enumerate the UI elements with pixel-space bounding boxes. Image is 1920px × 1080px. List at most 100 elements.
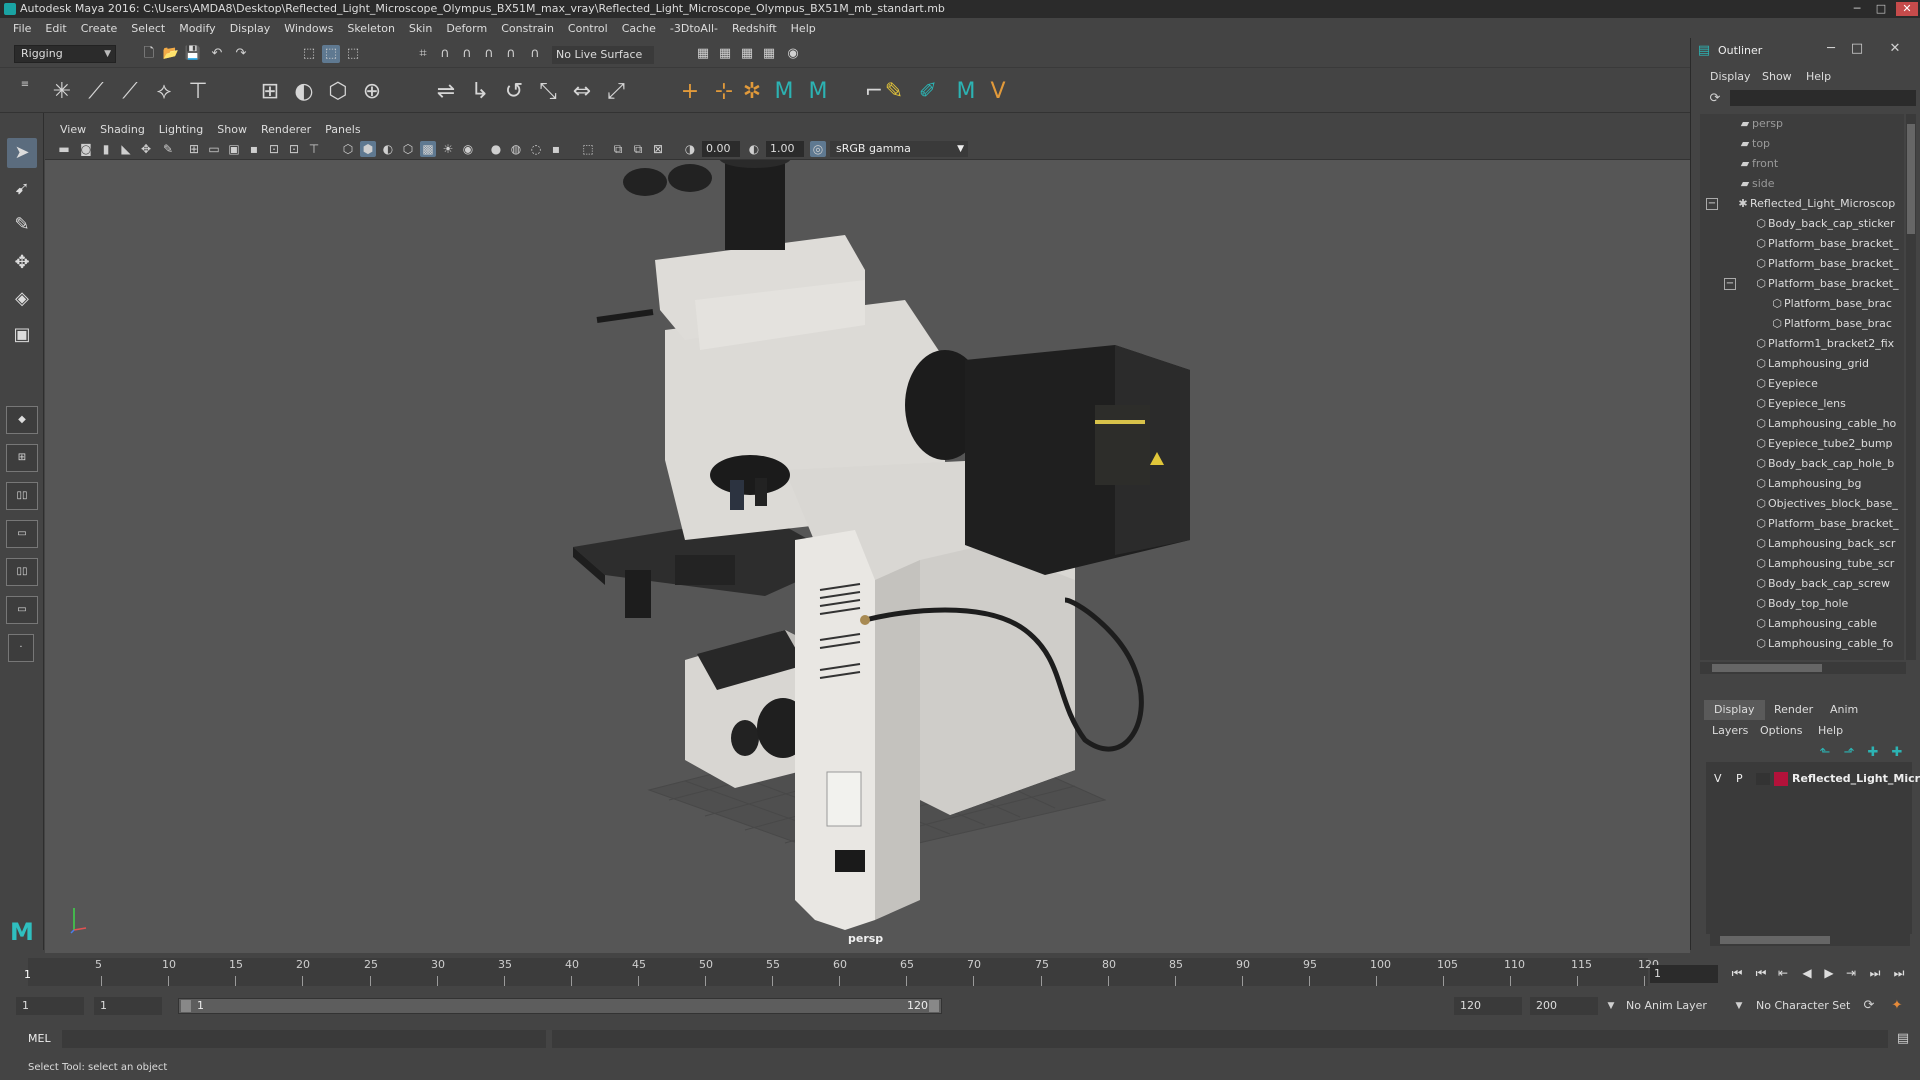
smooth-bind-icon[interactable]: ◐ [290, 78, 318, 106]
tab-render[interactable]: Render [1764, 700, 1823, 720]
vp-menu-lighting[interactable]: Lighting [152, 123, 210, 136]
menu-deform[interactable]: Deform [439, 22, 494, 35]
outliner-vscrollbar[interactable] [1906, 114, 1916, 660]
go-to-end-icon[interactable]: ⏭ [1890, 964, 1908, 982]
auto-key-icon[interactable]: ⟳ [1860, 997, 1878, 1015]
joint-tool-icon[interactable]: ✳ [48, 78, 76, 106]
outliner-minimize-button[interactable]: ─ [1822, 40, 1840, 58]
paint-weights-icon[interactable]: ✎ [880, 78, 908, 106]
locator-icon[interactable]: + [676, 78, 704, 106]
current-frame-field[interactable]: 1 [1650, 965, 1718, 983]
snap-curve-icon[interactable]: ∩ [436, 45, 454, 63]
motion-blur-icon[interactable]: ◍ [508, 141, 524, 157]
step-back-key-icon[interactable]: ⇤ [1774, 964, 1792, 982]
render-view-icon[interactable]: ▦ [694, 45, 712, 63]
live-surface-field[interactable]: No Live Surface [552, 46, 654, 64]
scroll-thumb[interactable] [1907, 124, 1915, 234]
menu-control[interactable]: Control [561, 22, 615, 35]
mirror-joint-icon[interactable]: ⊤ [184, 78, 212, 106]
depth-of-field-icon[interactable]: ▪ [548, 141, 564, 157]
locator-constraint-icon[interactable]: ⊹ [710, 78, 738, 106]
vp-menu-panels[interactable]: Panels [318, 123, 367, 136]
outliner-camera-item[interactable]: ▰ top [1738, 134, 1770, 154]
outliner-camera-item[interactable]: ▰ persp [1738, 114, 1783, 134]
animation-start-field[interactable]: 1 [16, 997, 84, 1015]
script-editor-icon[interactable]: ▤ [1894, 1030, 1912, 1048]
safe-title-icon[interactable]: ⊤ [306, 141, 322, 157]
menu-cache[interactable]: Cache [615, 22, 663, 35]
outliner-mesh-item[interactable]: ⬡ Body_back_cap_screw [1754, 574, 1890, 594]
command-input[interactable] [62, 1030, 546, 1048]
four-view-layout-icon[interactable]: ⊞ [6, 444, 38, 472]
field-chart-icon[interactable]: ⊡ [266, 141, 282, 157]
orient-joint-icon[interactable]: ⊞ [256, 78, 284, 106]
2d-pan-zoom-icon[interactable]: ✥ [138, 141, 154, 157]
outliner-layout-icon[interactable]: ▭ [6, 596, 38, 624]
hypershade-icon[interactable]: ◉ [784, 45, 802, 63]
menu-windows[interactable]: Windows [277, 22, 340, 35]
menu-redshift[interactable]: Redshift [725, 22, 784, 35]
xray-icon[interactable]: ⧉ [610, 141, 626, 157]
layer-color-swatch[interactable] [1774, 772, 1788, 786]
outliner-mesh-item[interactable]: ⬡ Platform_base_bracket_ [1754, 514, 1898, 534]
outliner-mesh-item[interactable]: ⬡ Platform_base_brac [1770, 294, 1892, 314]
outliner-menu-display[interactable]: Display [1710, 70, 1751, 83]
snap-grid-icon[interactable]: ⌗ [414, 45, 432, 63]
scale-tool-icon[interactable]: ▣ [7, 320, 37, 350]
menu-skeleton[interactable]: Skeleton [340, 22, 402, 35]
layer-hscrollbar[interactable] [1710, 934, 1910, 946]
outliner-menu-help[interactable]: Help [1806, 70, 1831, 83]
chevron-down-icon[interactable]: ▼ [1730, 997, 1748, 1015]
outliner-mesh-item[interactable]: ⬡ Lamphousing_bg [1754, 474, 1861, 494]
move-tool-icon[interactable]: ✥ [7, 248, 37, 278]
play-forwards-icon[interactable]: ▶ [1820, 964, 1838, 982]
outliner-restore-button[interactable]: □ [1848, 40, 1866, 58]
chevron-down-icon[interactable]: ▼ [1602, 997, 1620, 1015]
redo-icon[interactable]: ↷ [232, 45, 250, 63]
layout-options-icon[interactable]: · [8, 634, 34, 662]
shadows-icon[interactable]: ◉ [460, 141, 476, 157]
aim-constraint-icon[interactable]: ↳ [466, 78, 494, 106]
textured-icon[interactable]: ▩ [420, 141, 436, 157]
v-tool-icon[interactable]: V [984, 78, 1012, 106]
playback-start-field[interactable]: 1 [94, 997, 162, 1015]
camera-attributes-icon[interactable]: ◙ [78, 141, 94, 157]
outliner-mesh-item[interactable]: ⬡ Body_back_cap_sticker [1754, 214, 1894, 234]
layers-menu-help[interactable]: Help [1818, 724, 1843, 737]
outliner-mesh-item[interactable]: ⬡ Eyepiece [1754, 374, 1818, 394]
safe-action-icon[interactable]: ⊡ [286, 141, 302, 157]
undo-icon[interactable]: ↶ [208, 45, 226, 63]
insert-joint-icon[interactable]: ⟡ [150, 78, 178, 106]
outliner-mesh-item[interactable]: ⬡ Platform_base_bracket_ [1754, 234, 1898, 254]
layers-menu-layers[interactable]: Layers [1712, 724, 1748, 737]
hypershade-layout-icon[interactable]: ▯▯ [6, 558, 38, 586]
xray-joints-icon[interactable]: ⧉ [630, 141, 646, 157]
persp-graph-layout-icon[interactable]: ▭ [6, 520, 38, 548]
layer-type-toggle[interactable] [1756, 773, 1770, 785]
point-constraint-icon[interactable]: ⇌ [432, 78, 460, 106]
menu-constrain[interactable]: Constrain [494, 22, 561, 35]
outliner-menu-show[interactable]: Show [1762, 70, 1792, 83]
new-layer-selected-icon[interactable]: ✚ [1888, 744, 1906, 762]
outliner-camera-item[interactable]: ▰ front [1738, 154, 1778, 174]
refresh-icon[interactable]: ⟳ [1706, 90, 1724, 108]
gamma-icon[interactable]: ◐ [746, 141, 762, 157]
range-end-handle[interactable] [929, 1000, 939, 1012]
exposure-icon[interactable]: ◑ [682, 141, 698, 157]
persp-outliner-layout-icon[interactable]: ▯▯ [6, 482, 38, 510]
vp-menu-shading[interactable]: Shading [93, 123, 152, 136]
select-object-icon[interactable]: ⬚ [322, 45, 340, 63]
outliner-mesh-item[interactable]: ⬡ Lamphousing_cable_fo [1754, 634, 1893, 654]
rotate-tool-icon[interactable]: ◈ [7, 284, 37, 314]
outliner-group-item[interactable]: ✱ Reflected_Light_Microscop [1736, 194, 1895, 214]
outliner-list[interactable]: ▰ persp ▰ top ▰ front ▰ side ✱ Reflected_Light_Mi… [1700, 114, 1904, 660]
menu-set-dropdown[interactable]: Rigging ▼ [14, 45, 116, 63]
scroll-thumb[interactable] [1720, 936, 1830, 944]
outliner-close-button[interactable]: ✕ [1886, 40, 1904, 58]
wireframe-on-shaded-icon[interactable]: ⬡ [400, 141, 416, 157]
isolate-select-icon[interactable]: ⬚ [580, 141, 596, 157]
move-layer-up-icon[interactable]: ⬑ [1816, 744, 1834, 762]
step-back-frame-icon[interactable]: ⏮ [1752, 964, 1770, 982]
xray-components-icon[interactable]: ⊠ [650, 141, 666, 157]
maximize-button[interactable]: □ [1872, 2, 1890, 16]
